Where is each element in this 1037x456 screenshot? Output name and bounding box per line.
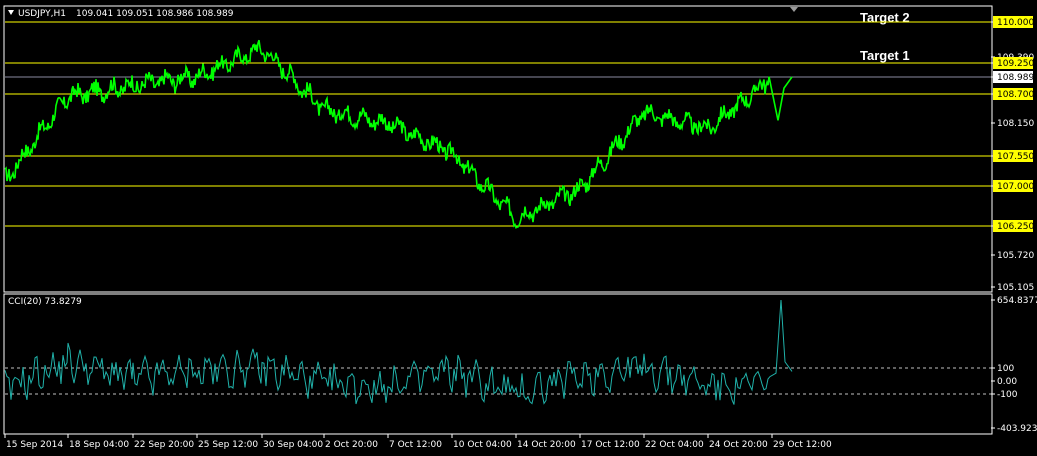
x-tick-label: 29 Oct 12:00 [773,440,832,450]
x-tick-label: 25 Sep 12:00 [198,440,258,450]
cci-tick-label: -403.9232 [997,424,1037,434]
price-tick-label: 108.700 [997,90,1034,100]
cci-layer: 654.8377 100 0.00 -100 -403.9232 [4,296,1037,434]
ohlc-values: 109.041 109.051 108.986 108.989 [76,9,234,19]
price-tick-label: 108.150 [997,119,1034,129]
x-tick-label: 22 Oct 04:00 [645,440,704,450]
price-tick-label: 107.000 [997,182,1034,192]
x-tick-label: 24 Oct 20:00 [709,440,768,450]
symbol-label: USDJPY,H1 [18,9,66,19]
price-tick-label: 106.250 [997,222,1034,232]
price-tick-label: 108.989 [997,73,1034,83]
x-tick-label: 15 Sep 2014 [6,440,63,450]
indicator-panel-frame [3,293,993,435]
x-tick-label: 17 Oct 12:00 [581,440,640,450]
target-2-label: Target 2 [860,10,910,25]
x-tick-label: 18 Sep 04:00 [69,440,129,450]
x-axis: 15 Sep 2014 18 Sep 04:00 22 Sep 20:00 25 Se… [4,434,832,450]
cci-series-line [4,299,793,405]
price-tick-label: 110.000 [997,18,1034,28]
price-panel-frame [3,5,993,293]
target-1-label: Target 1 [860,48,910,63]
x-tick-label: 22 Sep 20:00 [134,440,194,450]
price-tick-label: 105.720 [997,251,1034,261]
price-tick-label: 107.550 [997,152,1034,162]
price-series-line [4,39,793,229]
shift-marker-icon[interactable] [790,7,798,12]
cci-tick-label: 0.00 [997,377,1017,387]
x-tick-label: 2 Oct 20:00 [325,440,378,450]
chart-canvas: USDJPY,H1 109.041 109.051 108.986 108.98… [3,5,1037,450]
x-tick-label: 30 Sep 04:00 [263,440,323,450]
cci-tick-label: 654.8377 [997,296,1037,306]
x-tick-label: 10 Oct 04:00 [453,440,512,450]
indicator-label: CCI(20) 73.8279 [8,297,82,307]
dropdown-triangle-icon[interactable] [8,10,14,15]
price-tick-label: 105.105 [997,283,1034,293]
cci-tick-label: 100 [997,364,1014,374]
cci-tick-label: -100 [997,390,1018,400]
x-tick-label: 7 Oct 12:00 [389,440,442,450]
x-tick-label: 14 Oct 20:00 [517,440,576,450]
price-tick-label: 109.250 [997,59,1034,69]
